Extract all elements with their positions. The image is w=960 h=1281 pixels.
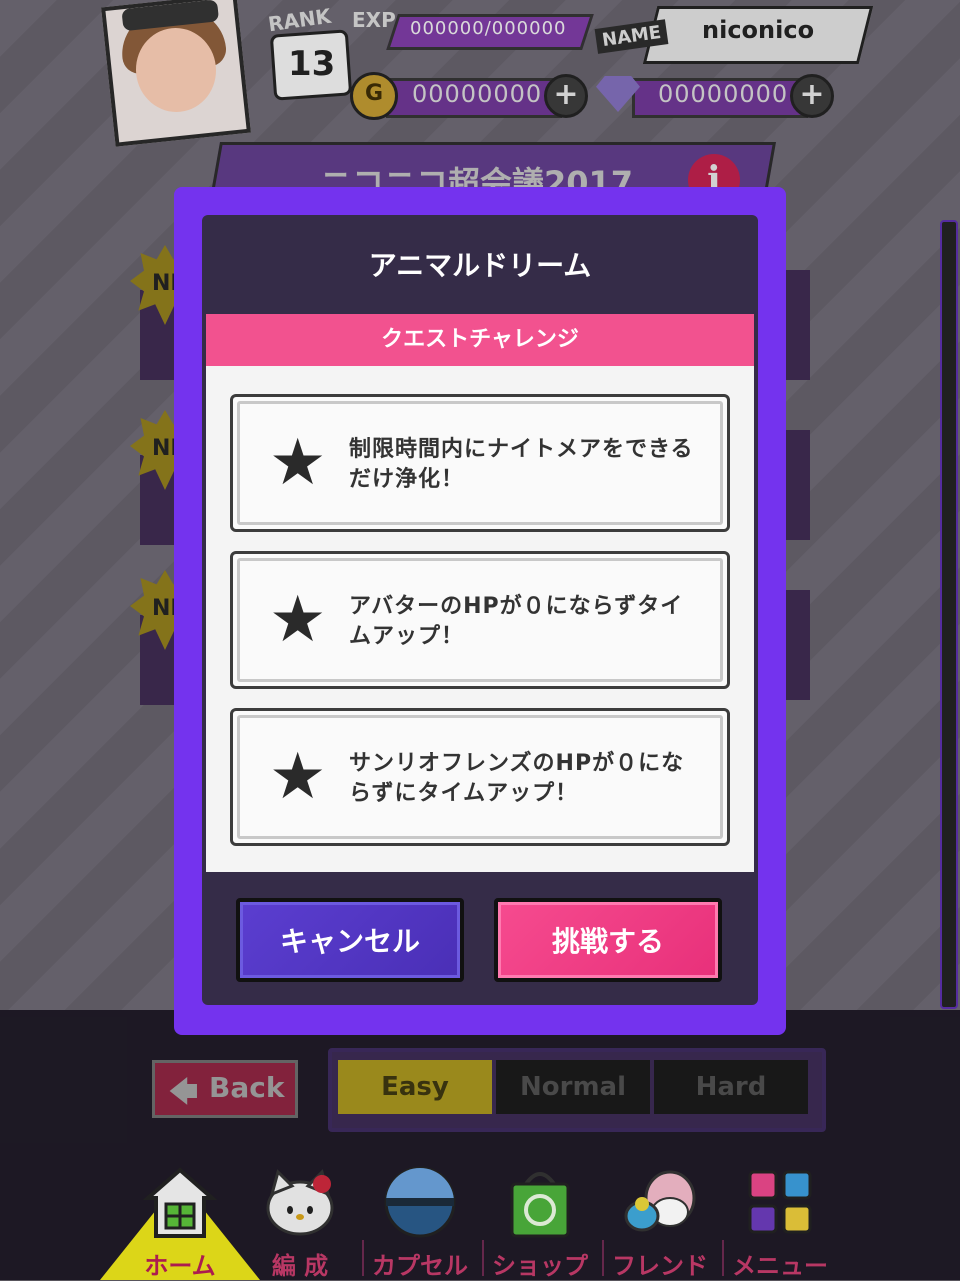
dialog-title: アニマルドリーム (368, 249, 592, 282)
star-icon: ★ (269, 740, 327, 814)
dialog-subtitle: クエストチャレンジ (206, 314, 754, 366)
cancel-button[interactable]: キャンセル (236, 898, 464, 982)
challenge-button[interactable]: 挑戦する (494, 898, 722, 982)
star-icon: ★ (269, 426, 327, 500)
challenge-text: アバターのHPが０にならずタイムアップ！ (349, 594, 684, 649)
star-icon: ★ (269, 583, 327, 657)
challenge-card: ★ アバターのHPが０にならずタイムアップ！ (230, 551, 730, 689)
challenge-card: ★ サンリオフレンズのHPが０にならずにタイムアップ！ (230, 708, 730, 846)
challenge-text: 制限時間内にナイトメアをできるだけ浄化！ (349, 437, 694, 492)
challenge-card: ★ 制限時間内にナイトメアをできるだけ浄化！ (230, 394, 730, 532)
challenge-text: サンリオフレンズのHPが０にならずにタイムアップ！ (349, 751, 685, 806)
